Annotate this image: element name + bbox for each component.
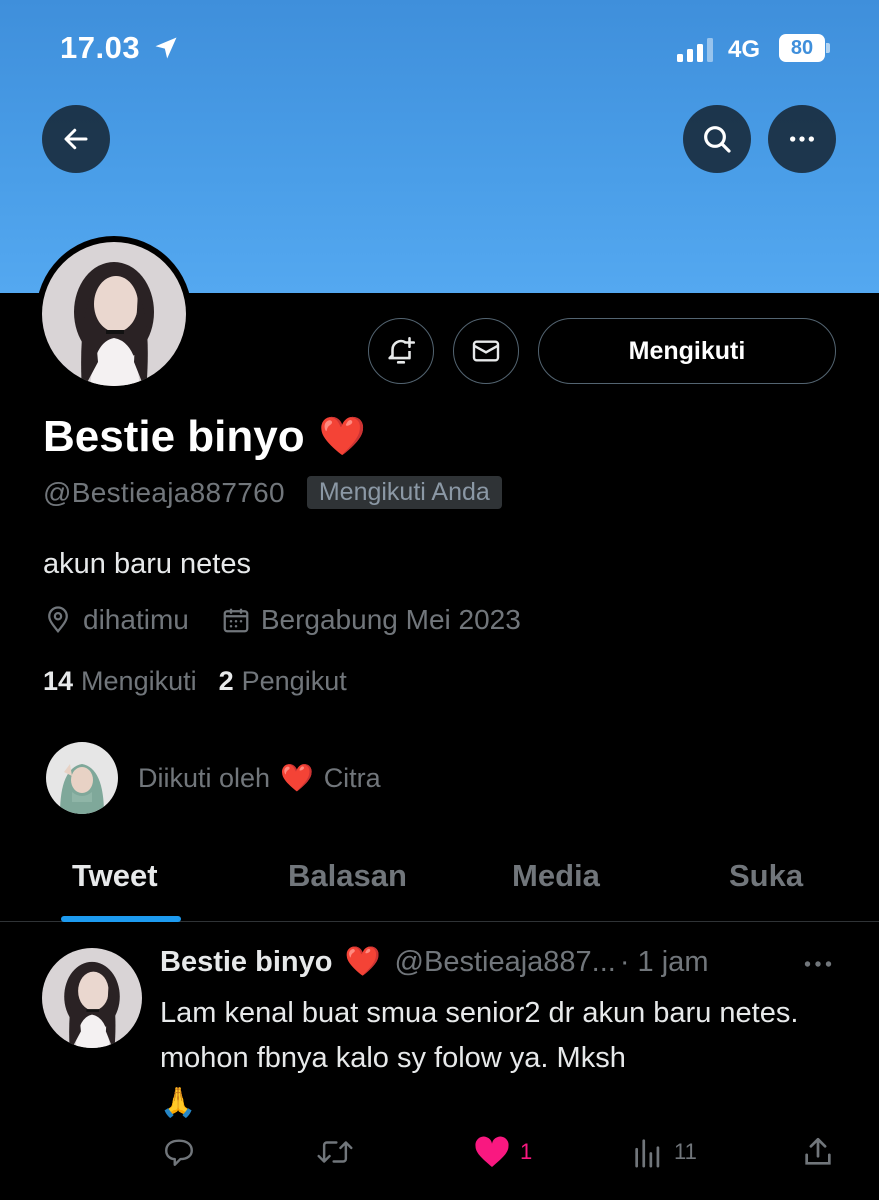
followed-by-text: Diikuti oleh ❤️ Citra xyxy=(138,762,381,794)
handle-row: @Bestieaja887760 Mengikuti Anda xyxy=(43,476,502,509)
followed-by-emoji: ❤️ xyxy=(280,763,314,793)
battery-icon: 80 xyxy=(779,34,830,62)
tweet-body: Lam kenal buat smua senior2 dr akun baru… xyxy=(160,997,799,1074)
retweet-button[interactable] xyxy=(316,1135,354,1169)
reply-button[interactable] xyxy=(162,1135,196,1169)
followed-by-row[interactable]: Diikuti oleh ❤️ Citra xyxy=(46,742,381,814)
tab-replies[interactable]: Balasan xyxy=(288,858,407,894)
notification-subscribe-button[interactable] xyxy=(368,318,434,384)
tweet-author-handle[interactable]: @Bestieaja887... xyxy=(395,946,616,979)
views-count: 11 xyxy=(674,1139,697,1164)
battery-level: 80 xyxy=(779,34,825,62)
tweet-more-button[interactable] xyxy=(800,949,836,984)
search-icon xyxy=(704,126,731,153)
tab-likes[interactable]: Suka xyxy=(729,858,803,894)
share-button[interactable] xyxy=(801,1135,835,1169)
retweet-icon xyxy=(317,1141,353,1163)
views-chart-icon xyxy=(635,1139,660,1168)
tab-media[interactable]: Media xyxy=(512,858,600,894)
reply-icon xyxy=(165,1139,193,1166)
tweet-text: Lam kenal buat smua senior2 dr akun baru… xyxy=(160,991,840,1126)
signal-icon xyxy=(677,38,713,62)
followers-count: 2 xyxy=(218,666,234,696)
heart-filled-icon xyxy=(475,1136,509,1167)
profile-meta: dihatimu Bergabung Mei 2023 xyxy=(43,604,553,636)
tweet-emoji: 🙏 xyxy=(160,1087,197,1119)
tweet-time[interactable]: · 1 jam xyxy=(620,946,709,979)
like-button[interactable]: 1 xyxy=(474,1135,532,1169)
tweet-author-emoji: ❤️ xyxy=(344,946,381,978)
profile-bio: akun baru netes xyxy=(43,548,251,580)
heart-emoji: ❤️ xyxy=(318,416,366,458)
follower-avatar xyxy=(46,742,118,814)
followers-link[interactable]: 2 Pengikut xyxy=(219,666,347,697)
more-horizontal-icon xyxy=(804,961,832,967)
tweet-author-name[interactable]: Bestie binyo xyxy=(160,946,332,979)
more-button[interactable] xyxy=(768,105,836,173)
calendar-icon xyxy=(223,608,249,633)
network-type: 4G xyxy=(728,36,761,63)
display-name: Bestie binyo xyxy=(43,412,305,461)
followed-by-name: Citra xyxy=(323,762,381,793)
profile-tabs: Tweet Balasan Media Suka xyxy=(0,830,879,922)
following-count: 14 xyxy=(43,666,74,696)
joined-text: Bergabung Mei 2023 xyxy=(260,604,521,635)
followers-label: Pengikut xyxy=(241,666,347,696)
follow-counts: 14 Mengikuti 2 Pengikut xyxy=(43,666,347,697)
following-button[interactable]: Mengikuti xyxy=(538,318,836,384)
tweet-item[interactable]: Bestie binyo ❤️ @Bestieaja887... · 1 jam… xyxy=(0,923,879,1200)
joined-item: Bergabung Mei 2023 xyxy=(221,604,521,636)
bell-plus-icon xyxy=(388,336,416,364)
profile-handle: @Bestieaja887760 xyxy=(43,476,285,508)
location-text: dihatimu xyxy=(83,604,189,635)
envelope-icon xyxy=(472,340,500,362)
location-arrow-icon xyxy=(155,37,177,59)
back-button[interactable] xyxy=(42,105,110,173)
views-button[interactable]: 11 xyxy=(632,1135,697,1169)
tab-tweet[interactable]: Tweet xyxy=(72,858,158,894)
tweet-header: Bestie binyo ❤️ @Bestieaja887... · 1 jam xyxy=(160,945,708,979)
share-icon xyxy=(805,1137,831,1165)
location-item: dihatimu xyxy=(43,604,189,636)
more-horizontal-icon xyxy=(790,136,814,142)
arrow-left-icon xyxy=(64,128,88,150)
search-button[interactable] xyxy=(683,105,751,173)
message-button[interactable] xyxy=(453,318,519,384)
like-count: 1 xyxy=(520,1139,533,1164)
followed-by-prefix: Diikuti oleh xyxy=(138,762,271,793)
profile-avatar[interactable] xyxy=(36,236,192,392)
status-bar: 17.03 4G 80 xyxy=(0,28,879,72)
tweet-actions: 1 11 xyxy=(0,1135,879,1175)
avatar-image xyxy=(42,242,186,386)
follows-you-badge: Mengikuti Anda xyxy=(306,476,502,509)
status-time: 17.03 xyxy=(60,30,141,65)
profile-name-row: Bestie binyo ❤️ xyxy=(43,412,366,462)
following-link[interactable]: 14 Mengikuti xyxy=(43,666,197,697)
active-tab-indicator xyxy=(61,916,181,922)
tweet-author-avatar[interactable] xyxy=(42,948,142,1048)
following-label: Mengikuti xyxy=(81,666,197,696)
location-pin-icon xyxy=(48,606,68,634)
